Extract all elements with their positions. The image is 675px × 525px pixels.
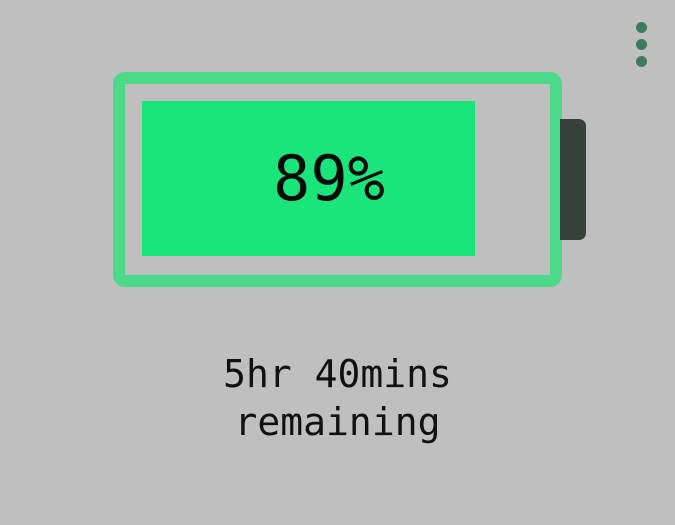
- battery-fill-track: 89%: [142, 101, 516, 256]
- more-vert-icon: [636, 22, 647, 33]
- more-vert-icon-dot: [636, 56, 647, 67]
- time-remaining-text: 5hr 40mins remaining: [0, 350, 675, 446]
- battery-percent-label: 89%: [273, 142, 385, 215]
- more-vert-icon-dot: [636, 39, 647, 50]
- battery-indicator: 89%: [113, 72, 562, 287]
- more-options-button[interactable]: [628, 18, 654, 72]
- remaining-label: remaining: [234, 400, 441, 444]
- time-remaining-value: 5hr 40mins: [223, 352, 452, 396]
- battery-terminal: [560, 119, 586, 240]
